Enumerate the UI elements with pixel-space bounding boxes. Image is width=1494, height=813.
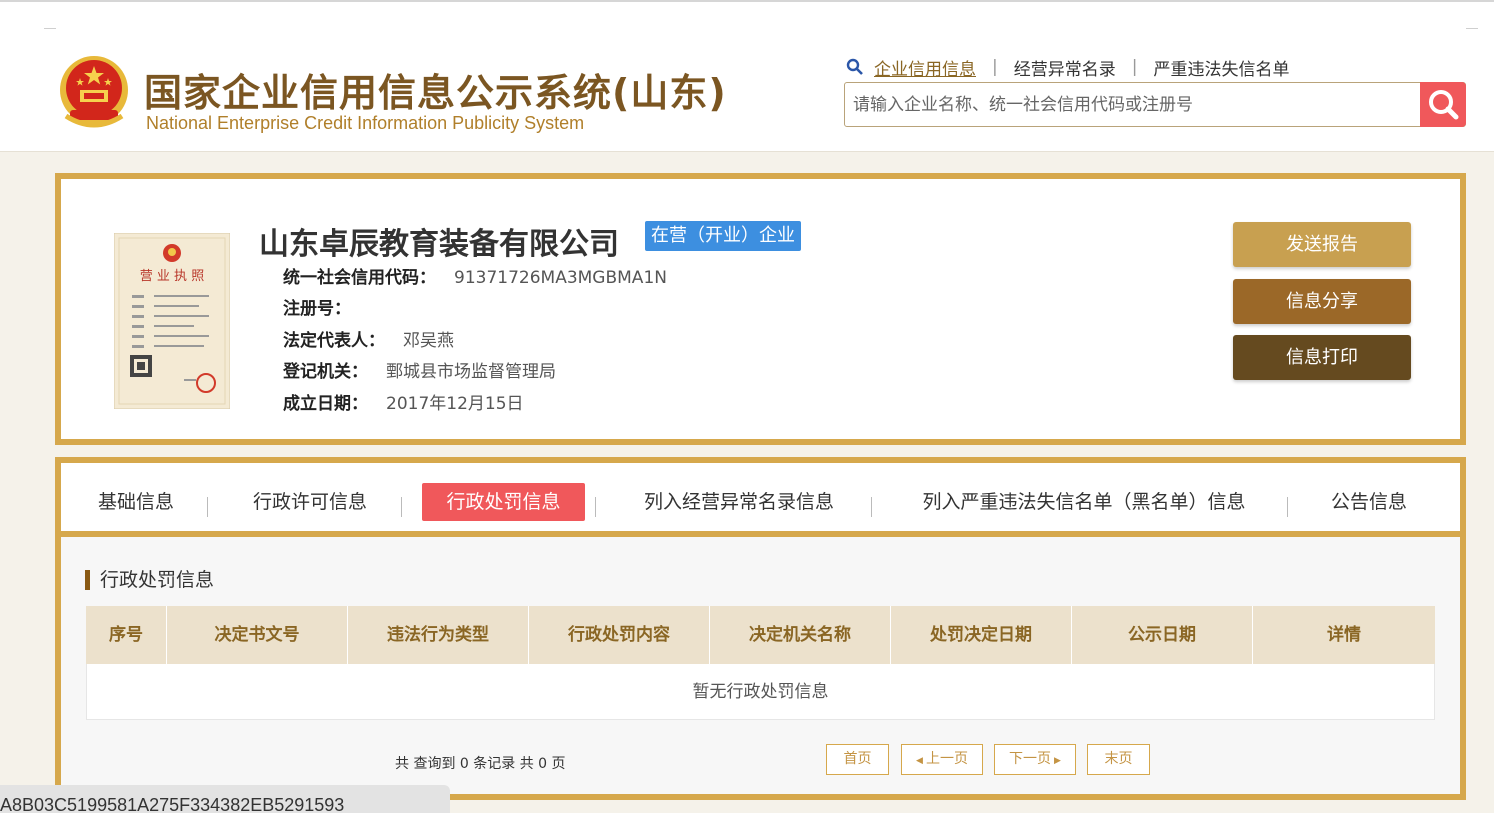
tab-bar: 基础信息 行政许可信息 行政处罚信息 列入经营异常名录信息 列入严重违法失信名单… [61,463,1460,537]
site-title: 国家企业信用信息公示系统(山东) [144,71,727,115]
next-page-button[interactable]: 下一页 ▶ [994,744,1076,775]
share-info-button[interactable]: 信息分享 [1233,279,1411,324]
nav-abnormal-list[interactable]: 经营异常名录 [1014,55,1116,80]
national-emblem-icon [60,56,128,128]
tab-blacklist[interactable]: 列入严重违法失信名单（黑名单）信息 [912,483,1256,521]
tab-separator [207,497,208,517]
search-icon [846,58,863,75]
license-title: 营 业 执 照 [140,269,204,284]
legal-rep-row: 法定代表人： 邓吴燕 [283,326,454,351]
column-header: 违法行为类型 [348,606,529,664]
tab-separator [871,497,872,517]
legal-rep-label: 法定代表人： [283,331,385,351]
authority-row: 登记机关： 鄄城县市场监督管理局 [283,357,556,382]
nav-separator: | [1131,57,1138,77]
column-header: 决定机关名称 [710,606,891,664]
business-license-image[interactable]: 营 业 执 照 [114,233,230,409]
tab-basic-info[interactable]: 基础信息 [95,483,177,521]
corner-mark [44,28,56,29]
empty-row: 暂无行政处罚信息 [86,664,1435,720]
top-nav: 企业信用信息 | 经营异常名录 | 严重违法失信名单 [846,55,1289,80]
tab-announcements[interactable]: 公告信息 [1328,483,1410,521]
column-header: 行政处罚内容 [529,606,710,664]
est-date-label: 成立日期： [283,394,368,414]
nav-blacklist[interactable]: 严重违法失信名单 [1153,55,1289,80]
last-page-label: 末页 [1104,751,1133,767]
prev-page-button[interactable]: ◀ 上一页 [901,744,983,775]
authority-value: 鄄城县市场监督管理局 [386,362,556,382]
section-title: 行政处罚信息 [85,570,214,590]
reg-no-label: 注册号： [283,299,351,319]
send-report-button[interactable]: 发送报告 [1233,222,1411,267]
column-header: 决定书文号 [167,606,348,664]
print-info-button[interactable]: 信息打印 [1233,335,1411,380]
caret-left-icon: ◀ [916,756,923,766]
site-header: 国家企业信用信息公示系统(山东) National Enterprise Cre… [0,0,1494,152]
first-page-button[interactable]: 首页 [826,744,889,775]
corner-mark [1466,28,1478,29]
prev-page-label: 上一页 [925,751,968,767]
credit-code-value: 91371726MA3MGBMA1N [454,268,667,288]
company-card: 营 业 执 照 山东卓辰教育装备有限公司 在营（开业）企业 统一社会信用代码： 9… [55,173,1466,445]
reg-no-row: 注册号： [283,294,351,319]
authority-label: 登记机关： [283,362,368,382]
column-header: 处罚决定日期 [891,606,1072,664]
tab-admin-penalty[interactable]: 行政处罚信息 [422,483,585,521]
tab-admin-license[interactable]: 行政许可信息 [249,483,371,521]
column-header: 公示日期 [1072,606,1253,664]
column-header: 详情 [1327,625,1361,645]
search-icon [1429,90,1459,120]
site-subtitle: National Enterprise Credit Information P… [146,113,585,133]
company-name: 山东卓辰教育装备有限公司 [259,227,619,262]
est-date-value: 2017年12月15日 [386,394,524,414]
status-badge: 在营（开业）企业 [645,221,801,251]
pager-info: 共 查询到 0 条记录 共 0 页 [395,756,566,772]
est-date-row: 成立日期： 2017年12月15日 [283,389,524,414]
next-page-label: 下一页 [1009,751,1052,767]
search-button[interactable] [1420,82,1466,127]
tab-abnormal-list[interactable]: 列入经营异常名录信息 [637,483,841,521]
penalty-table: 序号 决定书文号 违法行为类型 行政处罚内容 决定机关名称 处罚决定日期 公示日… [86,606,1435,720]
browser-status-bar: A8B03C5199581A275F334382EB5291593 [0,785,450,813]
credit-code-label: 统一社会信用代码： [283,268,436,288]
legal-rep-value: 邓吴燕 [403,331,454,351]
first-page-label: 首页 [843,751,872,767]
details-panel: 基础信息 行政许可信息 行政处罚信息 列入经营异常名录信息 列入严重违法失信名单… [55,457,1466,800]
tab-separator [595,497,596,517]
search-input[interactable] [845,83,1421,126]
tab-separator [1287,497,1288,517]
credit-code-row: 统一社会信用代码： 91371726MA3MGBMA1N [283,263,667,288]
last-page-button[interactable]: 末页 [1087,744,1150,775]
nav-credit-info[interactable]: 企业信用信息 [874,55,976,80]
tab-separator [401,497,402,517]
caret-right-icon: ▶ [1054,756,1061,766]
table-header: 序号 决定书文号 违法行为类型 行政处罚内容 决定机关名称 处罚决定日期 公示日… [86,606,1435,664]
search-box [844,82,1466,127]
column-header: 序号 [86,606,167,664]
nav-separator: | [992,57,998,77]
